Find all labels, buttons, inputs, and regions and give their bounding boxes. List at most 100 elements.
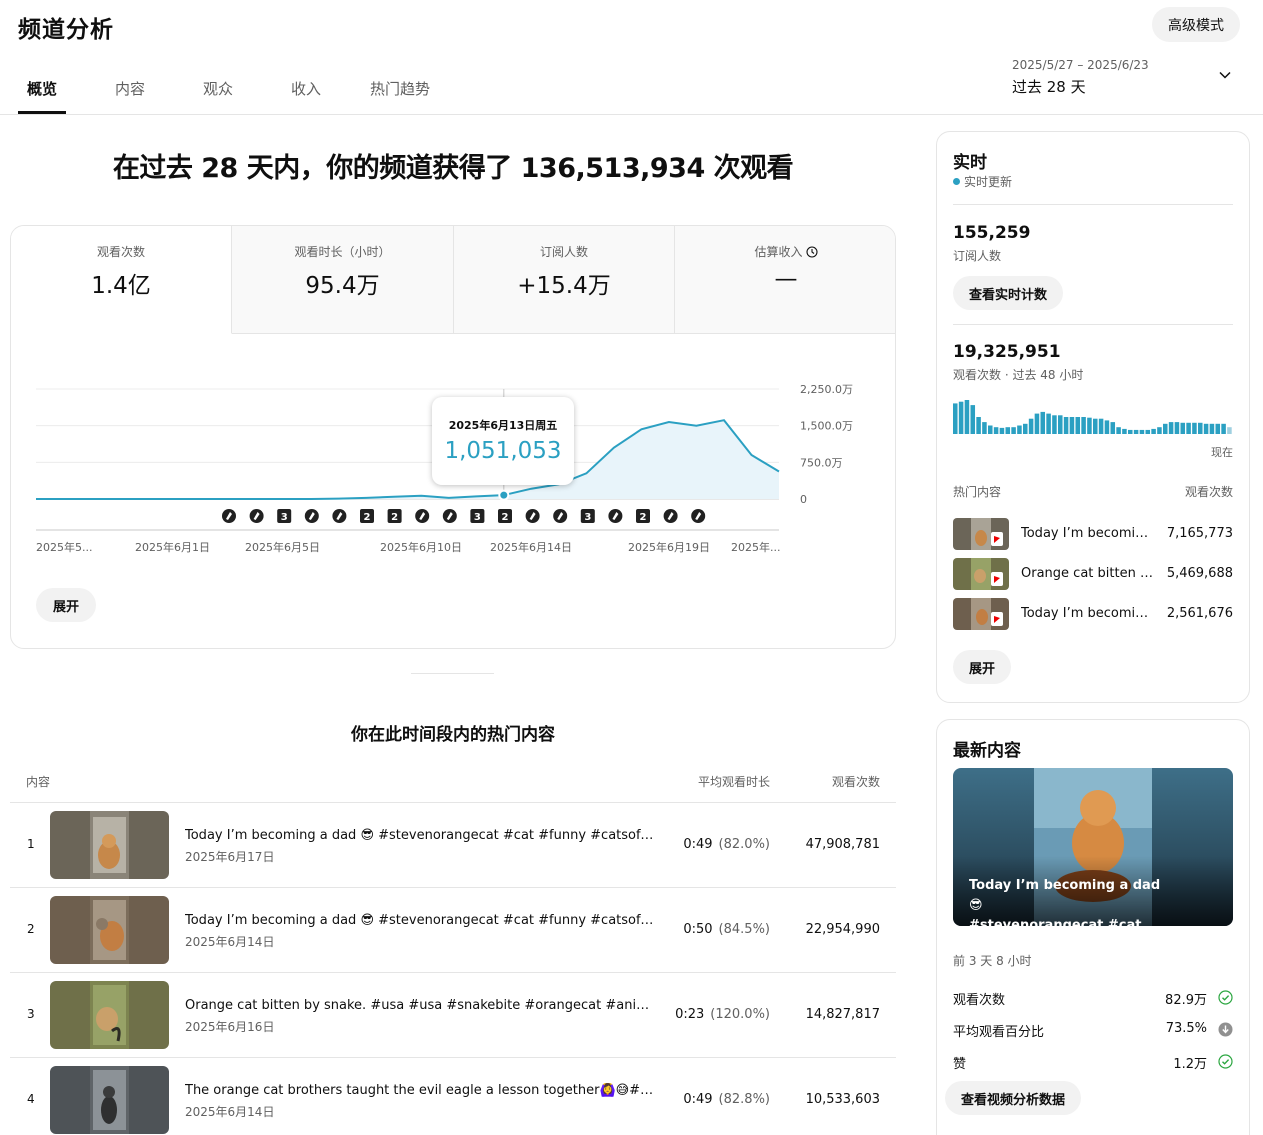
video-title[interactable]: The orange cat brothers taught the evil …: [185, 1083, 660, 1098]
stat-value: 82.9万: [1165, 993, 1207, 1008]
stat-value: 1.2万: [1173, 1057, 1207, 1072]
sparkline-bar: [1139, 429, 1145, 434]
hot-content-item[interactable]: Today I’m becoming … 2,561,676: [953, 598, 1233, 630]
stat-value: 73.5%: [1165, 1021, 1207, 1036]
divider: [953, 324, 1233, 325]
realtime-expand-button[interactable]: 展开: [953, 650, 1012, 684]
latest-content-title: 最新内容: [953, 741, 1021, 761]
x-tick-label: 2025年6月19日: [628, 540, 710, 554]
column-header-views[interactable]: 观看次数: [832, 773, 880, 790]
hot-views: 7,165,773: [1166, 526, 1233, 541]
video-thumbnail[interactable]: [50, 1066, 169, 1134]
sparkline-bar: [1163, 423, 1168, 434]
column-header-avd[interactable]: 平均观看时长: [698, 773, 770, 790]
tab-content[interactable]: 内容: [115, 78, 145, 99]
video-thumbnail[interactable]: [50, 981, 169, 1049]
active-tab-indicator: [18, 111, 66, 114]
tooltip-point: [498, 489, 510, 501]
sparkline-bar: [964, 400, 970, 434]
view-live-count-button[interactable]: 查看实时计数: [953, 276, 1064, 310]
sparkline-bar: [982, 422, 987, 434]
view-video-analytics-button[interactable]: 查看视频分析数据: [945, 1081, 1082, 1115]
tooltip-date: 2025年6月13日周五: [448, 419, 558, 432]
sparkline-bar: [1069, 417, 1075, 434]
row-rank: 3: [27, 1007, 35, 1021]
caption-line-2: #stevenorangecat #cat #funny…: [969, 918, 1142, 926]
latest-since-label: 前 3 天 8 小时: [953, 954, 1032, 968]
table-row[interactable]: 2 Today I’m becoming a dad 😎 #stevenoran…: [10, 888, 896, 973]
sparkline-bar: [1034, 413, 1040, 434]
avg-view-duration: 0:23 (120.0%): [675, 1007, 770, 1022]
table-row[interactable]: 3 Orange cat bitten by snake. #usa #usa …: [10, 973, 896, 1058]
chart-expand-button[interactable]: 展开: [36, 588, 96, 622]
latest-content-card: 最新内容 Today I’m becoming a dad 😎 #stevenor…: [936, 719, 1250, 1135]
upload-count-label: 2: [640, 512, 647, 523]
metric-tab-revenue[interactable]: 估算收入 —: [675, 226, 895, 334]
header: 频道分析 高级模式 概览 内容 观众 收入 热门趋势 2025/5/27 – 2…: [0, 0, 1263, 115]
tab-trends[interactable]: 热门趋势: [370, 78, 430, 99]
hot-thumbnail: [953, 518, 1009, 550]
sparkline-bar: [1110, 422, 1116, 434]
realtime-views-sparkline[interactable]: [953, 400, 1233, 436]
tab-overview[interactable]: 概览: [27, 78, 57, 99]
hot-content-item[interactable]: Today I’m becoming … 7,165,773: [953, 518, 1233, 550]
metric-label: 估算收入: [754, 245, 803, 259]
tab-revenue[interactable]: 收入: [291, 78, 321, 99]
advanced-mode-button[interactable]: 高级模式: [1152, 7, 1240, 42]
x-tick-label: 2025年...: [731, 540, 780, 554]
sparkline-bar: [1198, 422, 1203, 434]
sparkline-bar: [1087, 417, 1092, 434]
metric-label: 观看次数: [96, 245, 145, 259]
x-tick-label: 2025年5...: [36, 540, 92, 554]
table-row[interactable]: 4 The orange cat brothers taught the evi…: [10, 1058, 896, 1135]
stat-label: 观看次数: [953, 993, 1006, 1008]
arrow-down-circle-icon: [1218, 1022, 1233, 1037]
video-thumbnail[interactable]: [50, 811, 169, 879]
date-range-picker[interactable]: 2025/5/27 – 2025/6/23 过去 28 天: [1012, 58, 1242, 102]
chevron-down-icon: [1219, 71, 1231, 79]
avg-view-duration: 0:49 (82.8%): [683, 1092, 770, 1107]
avd-percent: (84.5%): [718, 922, 770, 937]
metric-tab-watch-time[interactable]: 观看时长（小时） 95.4万: [232, 226, 454, 334]
x-tick-label: 2025年6月10日: [380, 540, 462, 554]
sparkline-bar: [970, 405, 976, 434]
sparkline-bar: [993, 427, 999, 434]
latest-stat-likes: 赞 1.2万: [953, 1053, 1233, 1073]
hot-views: 2,561,676: [1166, 606, 1233, 621]
tooltip-value: 1,051,053: [444, 438, 562, 464]
metric-tab-views[interactable]: 观看次数 1.4亿: [11, 226, 232, 334]
sparkline-bar: [1157, 427, 1162, 434]
video-title[interactable]: Today I’m becoming a dad 😎 #stevenorange…: [185, 913, 660, 928]
metric-label: 观看时长（小时）: [294, 245, 391, 259]
metric-tab-subscribers[interactable]: 订阅人数 +15.4万: [454, 226, 675, 334]
row-rank: 4: [27, 1092, 35, 1106]
realtime-subscribers-label: 订阅人数: [953, 249, 1002, 263]
latest-video-thumbnail[interactable]: Today I’m becoming a dad 😎 #stevenorangec…: [953, 768, 1233, 926]
row-rank: 2: [27, 922, 35, 936]
section-divider: [411, 673, 494, 674]
hot-content-item[interactable]: Orange cat bitten by … 5,469,688: [953, 558, 1233, 590]
avd-percent: (120.0%): [710, 1007, 770, 1022]
video-title[interactable]: Today I’m becoming a dad 😎 #stevenorange…: [185, 828, 660, 843]
sparkline-bar: [1005, 427, 1011, 434]
hot-thumbnail: [953, 598, 1009, 630]
row-rank: 1: [27, 837, 35, 851]
caption-line-1: Today I’m becoming a dad 😎: [969, 878, 1161, 913]
views-headline: 在过去 28 天内，你的频道获得了 136,513,934 次观看: [112, 153, 794, 184]
upload-count-label: 3: [474, 512, 481, 523]
sparkline-bar: [1046, 413, 1051, 434]
table-row[interactable]: 1 Today I’m becoming a dad 😎 #stevenoran…: [10, 803, 896, 888]
live-dot-icon: [953, 178, 960, 185]
sparkline-bar: [1133, 429, 1139, 434]
sparkline-bar: [1215, 423, 1221, 434]
avg-view-duration: 0:50 (84.5%): [683, 922, 770, 937]
video-title[interactable]: Orange cat bitten by snake. #usa #usa #s…: [185, 998, 660, 1013]
check-circle-icon: [1218, 1054, 1233, 1069]
video-views: 14,827,817: [805, 1007, 880, 1022]
video-date: 2025年6月14日: [185, 935, 275, 949]
realtime-card: 实时 实时更新 155,259 订阅人数 查看实时计数 19,325,951 观…: [936, 131, 1250, 703]
video-thumbnail[interactable]: [50, 896, 169, 964]
tab-audience[interactable]: 观众: [203, 78, 233, 99]
realtime-views-value: 19,325,951: [953, 342, 1061, 362]
hot-views: 5,469,688: [1166, 566, 1233, 581]
